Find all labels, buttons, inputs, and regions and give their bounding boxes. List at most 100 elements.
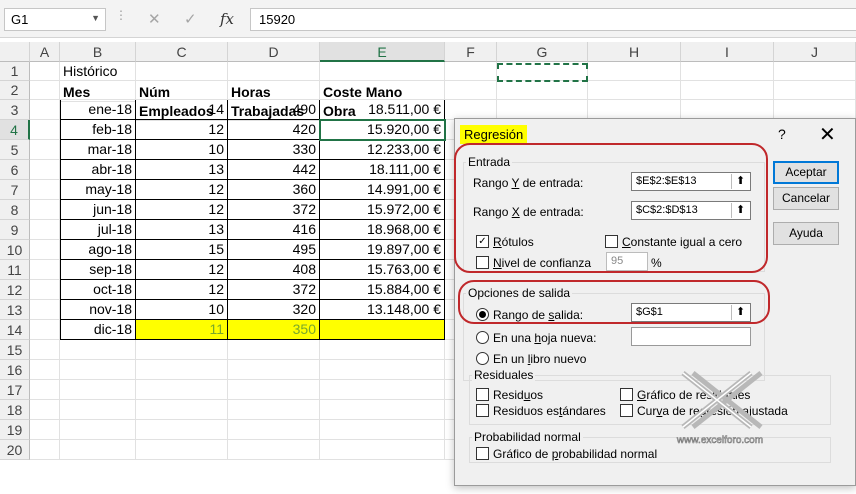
cell-mes[interactable]: oct-18 bbox=[60, 280, 136, 300]
cell-horas[interactable]: 408 bbox=[228, 260, 320, 280]
grid-cell[interactable] bbox=[136, 380, 228, 400]
row-header-12[interactable]: 12 bbox=[0, 280, 30, 300]
grid-cell[interactable] bbox=[681, 81, 774, 100]
grid-cell[interactable] bbox=[60, 340, 136, 360]
row-header-9[interactable]: 9 bbox=[0, 220, 30, 240]
grid-cell[interactable] bbox=[30, 62, 60, 81]
grid-cell[interactable] bbox=[320, 440, 445, 460]
grid-cell[interactable] bbox=[774, 100, 856, 120]
cell-coste[interactable]: 18.968,00 € bbox=[320, 220, 445, 240]
cell-coste[interactable]: 15.763,00 € bbox=[320, 260, 445, 280]
cell-empleados[interactable]: 12 bbox=[136, 280, 228, 300]
row-header-5[interactable]: 5 bbox=[0, 140, 30, 160]
grid-cell[interactable] bbox=[30, 160, 60, 180]
help-icon[interactable]: ? bbox=[778, 126, 786, 142]
cell-coste[interactable]: 18.511,00 € bbox=[320, 100, 445, 120]
cell-horas[interactable]: 420 bbox=[228, 120, 320, 140]
enter-icon[interactable]: ✓ bbox=[184, 10, 197, 28]
cell-mes[interactable]: jul-18 bbox=[60, 220, 136, 240]
grid-cell[interactable] bbox=[136, 440, 228, 460]
grid-cell[interactable] bbox=[320, 360, 445, 380]
cell-horas[interactable]: 372 bbox=[228, 200, 320, 220]
grid-cell[interactable] bbox=[30, 280, 60, 300]
cell-horas[interactable]: 330 bbox=[228, 140, 320, 160]
row-header-6[interactable]: 6 bbox=[0, 160, 30, 180]
new-sheet-input[interactable] bbox=[631, 327, 751, 346]
row-header-15[interactable]: 15 bbox=[0, 340, 30, 360]
grid-cell[interactable] bbox=[774, 81, 856, 100]
cell-empleados[interactable]: 12 bbox=[136, 180, 228, 200]
grid-cell[interactable] bbox=[320, 420, 445, 440]
grid-cell[interactable] bbox=[60, 420, 136, 440]
grid-cell[interactable] bbox=[30, 120, 60, 140]
grid-cell[interactable] bbox=[30, 320, 60, 340]
confidence-input[interactable]: 95 bbox=[606, 252, 648, 271]
grid-cell[interactable] bbox=[30, 180, 60, 200]
accept-button[interactable]: Aceptar bbox=[773, 161, 839, 184]
row-header-19[interactable]: 19 bbox=[0, 420, 30, 440]
title-cell[interactable]: Histórico bbox=[60, 62, 136, 81]
select-all-corner[interactable] bbox=[0, 42, 30, 62]
close-icon[interactable]: ✕ bbox=[819, 122, 836, 147]
grid-cell[interactable] bbox=[136, 340, 228, 360]
column-header-i[interactable]: I bbox=[681, 42, 774, 62]
cell-horas[interactable]: 495 bbox=[228, 240, 320, 260]
grid-cell[interactable] bbox=[136, 420, 228, 440]
row-header-20[interactable]: 20 bbox=[0, 440, 30, 460]
column-header-g[interactable]: G bbox=[497, 42, 588, 62]
column-header-f[interactable]: F bbox=[445, 42, 497, 62]
cell-horas[interactable]: 490 bbox=[228, 100, 320, 120]
cell-empleados[interactable]: 12 bbox=[136, 120, 228, 140]
grid-cell[interactable] bbox=[228, 440, 320, 460]
cell-mes[interactable]: ago-18 bbox=[60, 240, 136, 260]
grid-cell[interactable] bbox=[588, 81, 681, 100]
name-box[interactable]: G1 ▼ bbox=[4, 8, 106, 31]
new-book-radio[interactable] bbox=[476, 352, 489, 365]
cell-empleados[interactable]: 10 bbox=[136, 140, 228, 160]
normal-probability-checkbox[interactable] bbox=[476, 447, 489, 460]
collapse-dialog-icon[interactable]: ⬆ bbox=[731, 203, 749, 218]
grid-cell[interactable] bbox=[320, 380, 445, 400]
cell-empleados[interactable]: 11 bbox=[136, 320, 228, 340]
cell-coste[interactable]: 19.897,00 € bbox=[320, 240, 445, 260]
grid-cell[interactable] bbox=[30, 360, 60, 380]
cell-empleados[interactable]: 14 bbox=[136, 100, 228, 120]
formula-input[interactable]: 15920 bbox=[250, 8, 856, 31]
grid-cell[interactable] bbox=[228, 340, 320, 360]
cell-mes[interactable]: sep-18 bbox=[60, 260, 136, 280]
row-header-8[interactable]: 8 bbox=[0, 200, 30, 220]
grid-cell[interactable] bbox=[445, 100, 497, 120]
residual-plot-checkbox[interactable] bbox=[620, 388, 633, 401]
column-header-h[interactable]: H bbox=[588, 42, 681, 62]
collapse-dialog-icon[interactable]: ⬆ bbox=[731, 305, 749, 320]
cell-coste[interactable]: 12.233,00 € bbox=[320, 140, 445, 160]
cell-empleados[interactable]: 12 bbox=[136, 200, 228, 220]
cell-coste[interactable] bbox=[320, 320, 445, 340]
cell-mes[interactable]: feb-18 bbox=[60, 120, 136, 140]
grid-cell[interactable] bbox=[681, 62, 774, 81]
new-sheet-radio[interactable] bbox=[476, 331, 489, 344]
cell-coste[interactable]: 13.148,00 € bbox=[320, 300, 445, 320]
formula-bar-grip-icon[interactable]: ⋮ bbox=[115, 8, 128, 22]
help-button[interactable]: Ayuda bbox=[773, 222, 839, 245]
grid-cell[interactable] bbox=[228, 420, 320, 440]
chevron-down-icon[interactable]: ▼ bbox=[91, 13, 100, 23]
grid-cell[interactable] bbox=[30, 260, 60, 280]
grid-cell[interactable] bbox=[320, 400, 445, 420]
fx-icon[interactable]: fx bbox=[220, 10, 234, 28]
grid-cell[interactable] bbox=[136, 400, 228, 420]
grid-cell[interactable] bbox=[588, 62, 681, 81]
cell-mes[interactable]: nov-18 bbox=[60, 300, 136, 320]
grid-cell[interactable] bbox=[30, 400, 60, 420]
cell-coste[interactable]: 15.920,00 € bbox=[320, 120, 445, 140]
grid-cell[interactable] bbox=[30, 340, 60, 360]
cell-empleados[interactable]: 15 bbox=[136, 240, 228, 260]
grid-cell[interactable] bbox=[30, 420, 60, 440]
cell-mes[interactable]: jun-18 bbox=[60, 200, 136, 220]
column-header-e[interactable]: E bbox=[320, 42, 445, 62]
cell-horas[interactable]: 442 bbox=[228, 160, 320, 180]
cell-empleados[interactable]: 10 bbox=[136, 300, 228, 320]
grid-cell[interactable] bbox=[60, 380, 136, 400]
grid-cell[interactable] bbox=[136, 360, 228, 380]
x-range-input[interactable]: $C$2:$D$13 ⬆ bbox=[631, 201, 751, 220]
